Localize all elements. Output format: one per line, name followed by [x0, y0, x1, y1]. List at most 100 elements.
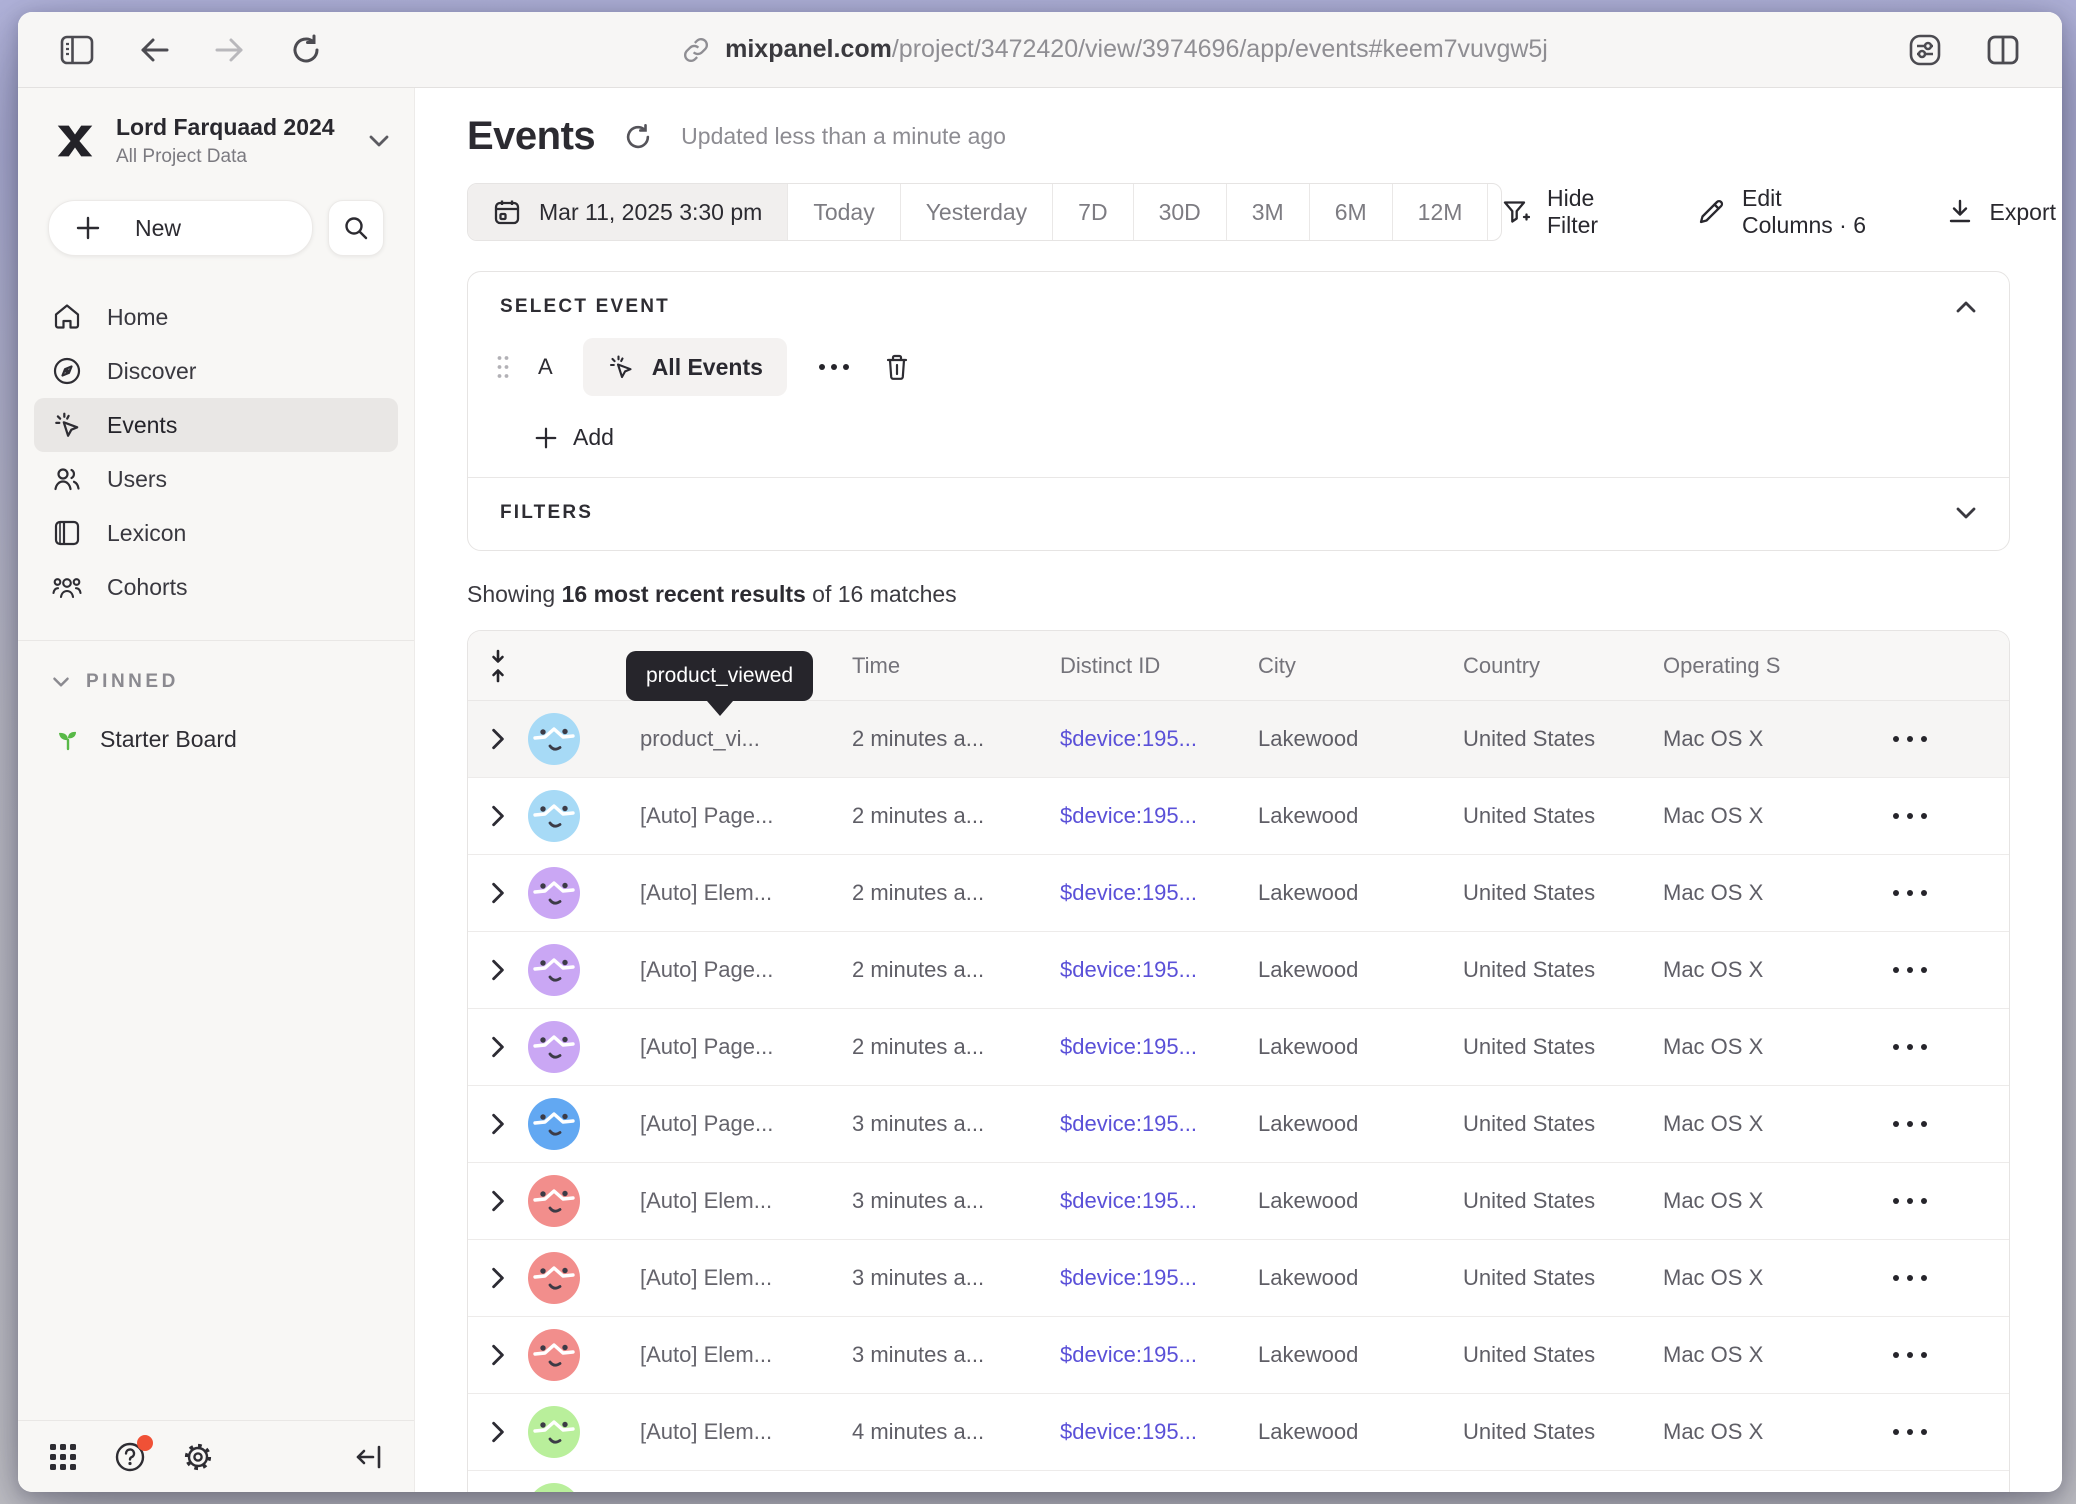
range-today[interactable]: Today — [788, 184, 900, 240]
split-view-icon[interactable] — [1986, 35, 2020, 65]
range-6m[interactable]: 6M — [1310, 184, 1393, 240]
row-expander-icon[interactable] — [489, 1112, 507, 1136]
range-xtd[interactable]: XTD — [1488, 184, 1502, 240]
cell-distinct-id[interactable]: $device:195... — [1060, 1265, 1258, 1291]
range-yesterday[interactable]: Yesterday — [901, 184, 1053, 240]
events-table: TimeDistinct IDCityCountryOperating S pr… — [467, 630, 2010, 1492]
row-expander-icon[interactable] — [489, 958, 507, 982]
cell-distinct-id[interactable]: $device:195... — [1060, 1342, 1258, 1368]
row-expander-icon[interactable] — [489, 804, 507, 828]
mixpanel-logo-icon — [52, 118, 98, 164]
cell-time: 3 minutes a... — [852, 1188, 1060, 1214]
export-button[interactable]: Export — [1947, 198, 2056, 226]
reload-icon[interactable] — [290, 34, 322, 66]
browser-sidebar-toggle-icon[interactable] — [60, 35, 94, 65]
chevron-down-icon[interactable] — [1955, 506, 1977, 520]
forward-icon[interactable] — [214, 36, 246, 64]
sidebar-item-lexicon[interactable]: Lexicon — [34, 506, 398, 560]
cell-distinct-id[interactable]: $device:195... — [1060, 1034, 1258, 1060]
cell-distinct-id[interactable]: $device:195... — [1060, 880, 1258, 906]
cell-distinct-id[interactable]: $device:195... — [1060, 726, 1258, 752]
row-menu-button[interactable] — [1893, 1198, 2009, 1204]
row-expander-icon[interactable] — [489, 1189, 507, 1213]
row-expander-icon[interactable] — [489, 1035, 507, 1059]
table-row: [Auto] Elem...3 minutes a...$device:195.… — [468, 1240, 2009, 1317]
home-icon — [52, 302, 82, 332]
calendar-icon — [493, 198, 521, 226]
cell-time: 3 minutes a... — [852, 1111, 1060, 1137]
column-header-operating-s[interactable]: Operating S — [1663, 653, 1893, 679]
edit-columns-button[interactable]: Edit Columns · 6 — [1697, 185, 1876, 239]
range-30d[interactable]: 30D — [1134, 184, 1227, 240]
collapse-sidebar-icon[interactable] — [354, 1443, 384, 1471]
download-icon — [1947, 198, 1973, 226]
chevron-up-icon[interactable] — [1955, 300, 1977, 314]
range-3m[interactable]: 3M — [1227, 184, 1310, 240]
link-icon — [682, 36, 710, 64]
event-avatar — [528, 1406, 640, 1458]
clause-more-button[interactable] — [819, 364, 849, 370]
table-header-row: TimeDistinct IDCityCountryOperating S — [468, 631, 2009, 701]
cell-distinct-id[interactable]: $device:195... — [1060, 1188, 1258, 1214]
range-7d[interactable]: 7D — [1053, 184, 1133, 240]
row-expander-icon[interactable] — [489, 727, 507, 751]
cell-country: United States — [1463, 1419, 1663, 1445]
column-header-time[interactable]: Time — [852, 653, 1060, 679]
sidebar-item-cohorts[interactable]: Cohorts — [34, 560, 398, 614]
trash-icon[interactable] — [883, 352, 911, 382]
row-menu-button[interactable] — [1893, 1275, 2009, 1281]
sidebar-item-discover[interactable]: Discover — [34, 344, 398, 398]
row-menu-button[interactable] — [1893, 967, 2009, 973]
collapse-all-icon[interactable] — [488, 649, 508, 683]
row-expander-icon[interactable] — [489, 881, 507, 905]
refresh-icon[interactable] — [623, 122, 653, 152]
row-menu-button[interactable] — [1893, 1429, 2009, 1435]
help-icon[interactable] — [114, 1441, 146, 1473]
row-expander-icon[interactable] — [489, 1420, 507, 1444]
row-menu-button[interactable] — [1893, 813, 2009, 819]
sprout-icon — [54, 725, 82, 753]
cell-city: Lakewood — [1258, 1111, 1463, 1137]
row-menu-button[interactable] — [1893, 890, 2009, 896]
row-menu-button[interactable] — [1893, 736, 2009, 742]
pinned-item-starter-board[interactable]: Starter Board — [54, 725, 414, 753]
event-selector-button[interactable]: All Events — [583, 338, 787, 396]
cell-distinct-id[interactable]: $device:195... — [1060, 957, 1258, 983]
range-12m[interactable]: 12M — [1393, 184, 1489, 240]
new-button[interactable]: New — [48, 200, 313, 256]
column-header-country[interactable]: Country — [1463, 653, 1663, 679]
row-expander-icon[interactable] — [489, 1266, 507, 1290]
project-switcher[interactable]: Lord Farquaad 2024 All Project Data — [52, 114, 390, 168]
cell-country: United States — [1463, 1111, 1663, 1137]
date-picker[interactable]: Mar 11, 2025 3:30 pm — [468, 184, 788, 240]
cell-distinct-id[interactable]: $device:195... — [1060, 1111, 1258, 1137]
filter-icon — [1502, 198, 1530, 226]
sidebar-item-home[interactable]: Home — [34, 290, 398, 344]
event-clause-row: A All Events — [496, 338, 2009, 396]
pinned-item-label: Starter Board — [100, 726, 237, 753]
row-expander-icon[interactable] — [489, 1343, 507, 1367]
new-button-label: New — [135, 215, 181, 242]
search-button[interactable] — [328, 200, 384, 256]
hide-filter-button[interactable]: Hide Filter — [1502, 185, 1627, 239]
browser-settings-icon[interactable] — [1908, 33, 1942, 67]
sidebar-item-users[interactable]: Users — [34, 452, 398, 506]
pinned-section-header[interactable]: PINNED — [52, 671, 414, 693]
add-event-button[interactable]: Add — [534, 424, 2009, 451]
column-header-city[interactable]: City — [1258, 653, 1463, 679]
back-icon[interactable] — [138, 36, 170, 64]
address-bar[interactable]: mixpanel.com/project/3472420/view/397469… — [322, 35, 1908, 64]
row-menu-button[interactable] — [1893, 1044, 2009, 1050]
cell-distinct-id[interactable]: $device:195... — [1060, 1419, 1258, 1445]
column-header-distinct-id[interactable]: Distinct ID — [1060, 653, 1258, 679]
cell-distinct-id[interactable]: $device:195... — [1060, 803, 1258, 829]
apps-grid-icon[interactable] — [48, 1442, 78, 1472]
cell-country: United States — [1463, 803, 1663, 829]
gear-icon[interactable] — [182, 1441, 214, 1473]
row-menu-button[interactable] — [1893, 1121, 2009, 1127]
event-avatar — [528, 1021, 640, 1073]
row-menu-button[interactable] — [1893, 1352, 2009, 1358]
event-avatar — [528, 1329, 640, 1381]
sidebar-item-events[interactable]: Events — [34, 398, 398, 452]
drag-handle-icon[interactable] — [496, 354, 510, 380]
